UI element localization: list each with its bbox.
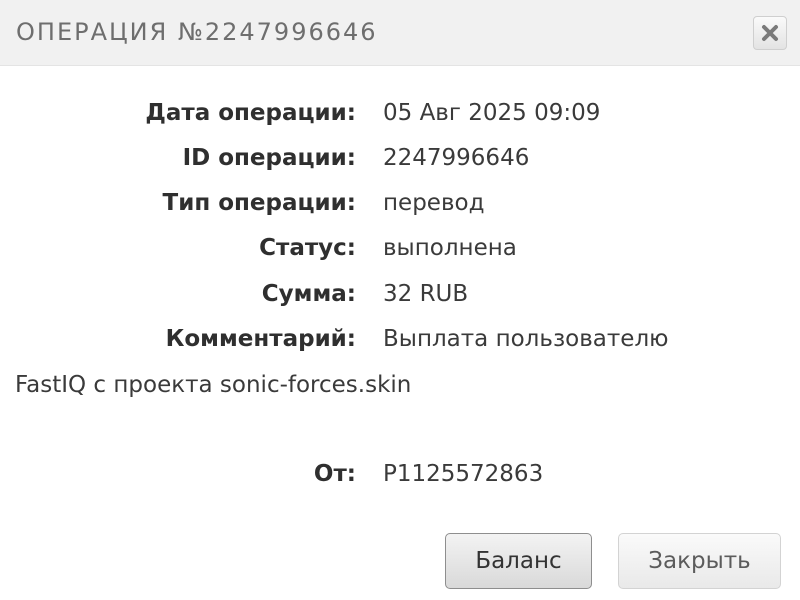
close-button[interactable]: [753, 16, 787, 50]
status-label: Статус:: [259, 235, 356, 261]
comment-label: Комментарий:: [165, 326, 356, 352]
detail-row-type: Тип операции: перевод: [0, 186, 800, 220]
from-label: От:: [313, 461, 356, 487]
balance-button[interactable]: Баланс: [445, 533, 592, 589]
detail-row-status: Статус: выполнена: [0, 231, 800, 265]
type-value: перевод: [383, 190, 485, 216]
date-label: Дата операции:: [145, 100, 356, 126]
detail-row-comment: Комментарий: Выплата пользователю: [0, 322, 800, 356]
amount-value: 32 RUB: [383, 281, 469, 307]
detail-row-id: ID операции: 2247996646: [0, 141, 800, 175]
date-value: 05 Авг 2025 09:09: [383, 100, 601, 126]
detail-row-amount: Сумма: 32 RUB: [0, 277, 800, 311]
amount-label: Сумма:: [261, 281, 356, 307]
dialog-titlebar: ОПЕРАЦИЯ №2247996646: [0, 0, 800, 66]
from-value: P1125572863: [383, 461, 544, 487]
status-value: выполнена: [383, 235, 517, 261]
operation-dialog: ОПЕРАЦИЯ №2247996646 Дата операции: 05 А…: [0, 0, 800, 600]
dialog-title: ОПЕРАЦИЯ №2247996646: [16, 18, 378, 46]
id-label: ID операции:: [182, 145, 356, 171]
detail-row-date: Дата операции: 05 Авг 2025 09:09: [0, 96, 800, 130]
detail-row-from: От: P1125572863: [0, 457, 800, 491]
comment-value-continuation: FastIQ с проекта sonic-forces.skin: [15, 372, 412, 398]
type-label: Тип операции:: [162, 190, 356, 216]
id-value: 2247996646: [383, 145, 530, 171]
close-dialog-button[interactable]: Закрыть: [618, 533, 781, 589]
comment-value: Выплата пользователю: [383, 326, 669, 352]
close-icon: [761, 24, 779, 42]
